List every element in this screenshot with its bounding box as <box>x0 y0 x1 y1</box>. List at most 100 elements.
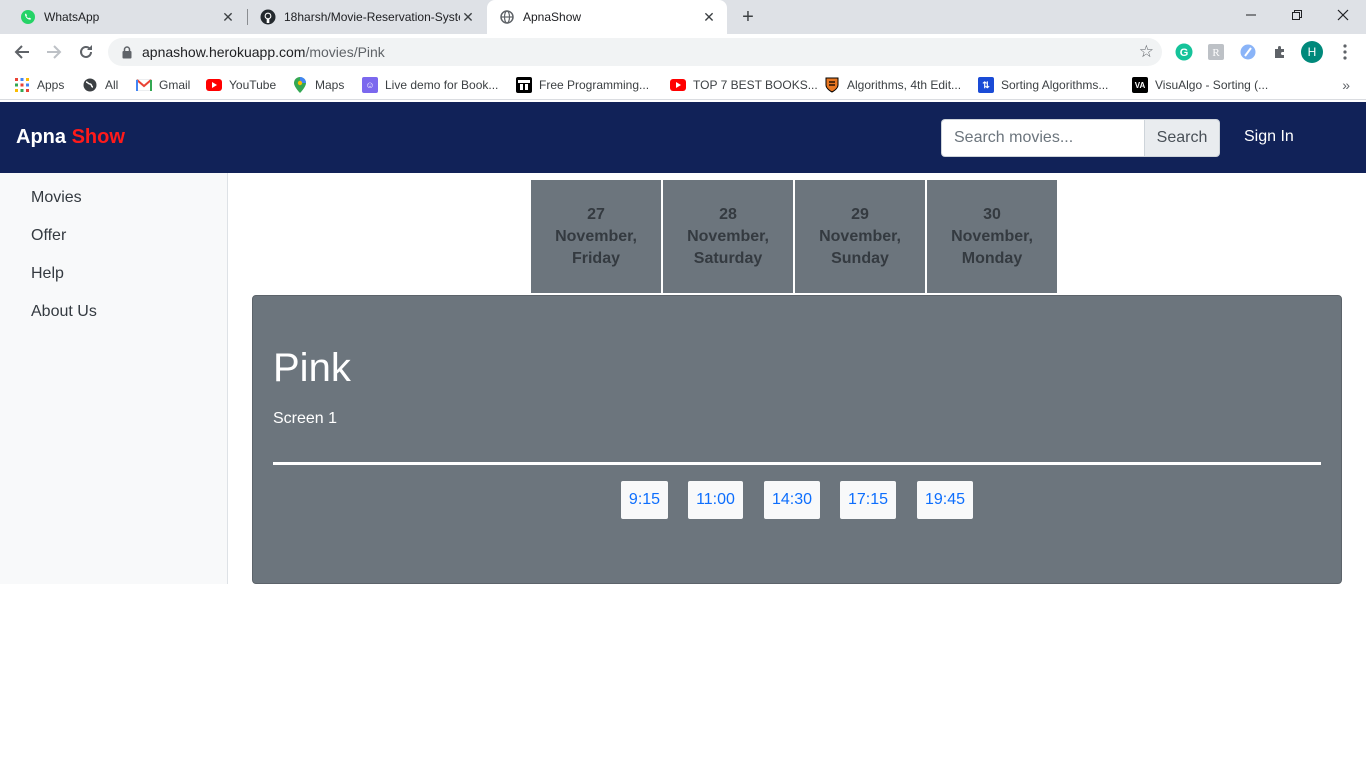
bookmark-algorithms[interactable]: Algorithms, 4th Edit... <box>824 76 961 94</box>
bookmark-top-books[interactable]: TOP 7 BEST BOOKS... <box>670 76 818 94</box>
sidebar-item-offer[interactable]: Offer <box>31 227 66 245</box>
date-day: 29 <box>851 205 869 223</box>
tab-title: WhatsApp <box>44 10 100 24</box>
bookmark-label: Apps <box>37 78 65 92</box>
bookmarks-overflow-icon[interactable]: » <box>1342 77 1350 93</box>
extension-r-icon[interactable]: R <box>1206 42 1226 62</box>
bookmark-live-demo[interactable]: ☺ Live demo for Book... <box>362 76 498 94</box>
youtube-icon <box>206 77 222 93</box>
showtime-button[interactable]: 9:15 <box>621 481 668 519</box>
extension-quill-icon[interactable] <box>1238 42 1258 62</box>
bookmark-free-programming[interactable]: Free Programming... <box>516 76 649 94</box>
brand-first: Apna <box>16 126 66 148</box>
bookmark-all[interactable]: All <box>82 76 118 94</box>
sidebar-item-movies[interactable]: Movies <box>31 189 82 207</box>
bookmark-gmail[interactable]: Gmail <box>136 76 190 94</box>
svg-text:G: G <box>1180 47 1189 59</box>
bookmark-label: Sorting Algorithms... <box>1001 78 1109 92</box>
url-host: apnashow.herokuapp.com <box>142 44 306 60</box>
tab-title: 18harsh/Movie-Reservation-Syste <box>284 10 460 24</box>
showtime-button[interactable]: 11:00 <box>688 481 743 519</box>
brand-second: Show <box>71 126 125 148</box>
bookmark-label: VisuAlgo - Sorting (... <box>1155 78 1269 92</box>
globe-icon <box>499 9 515 25</box>
date-day: 30 <box>983 205 1001 223</box>
minimize-icon[interactable] <box>1228 0 1274 30</box>
date-weekday: Monday <box>961 249 1023 267</box>
maps-pin-icon <box>292 77 308 93</box>
bookmark-label: Live demo for Book... <box>385 78 499 92</box>
close-tab-icon[interactable]: ✕ <box>220 9 236 25</box>
princeton-shield-icon <box>824 77 840 93</box>
date-weekday: Saturday <box>693 249 763 267</box>
restore-icon[interactable] <box>1274 0 1320 30</box>
bookmark-label: Maps <box>315 78 345 92</box>
screen-name: Screen 1 <box>273 410 338 427</box>
new-tab-button[interactable]: + <box>737 6 759 28</box>
tab-apnashow[interactable]: ApnaShow ✕ <box>487 0 727 34</box>
address-bar[interactable]: apnashow.herokuapp.com/movies/Pink ☆ <box>108 38 1162 66</box>
bookmark-visualgo[interactable]: VA VisuAlgo - Sorting (... <box>1132 76 1268 94</box>
extensions-puzzle-icon[interactable] <box>1270 42 1290 62</box>
bookmark-label: All <box>105 78 119 92</box>
browser-menu-icon[interactable] <box>1335 42 1355 62</box>
grammarly-icon[interactable]: G <box>1174 42 1194 62</box>
site-navbar: Apna Show Search Sign In <box>0 102 1366 173</box>
reload-icon[interactable] <box>73 39 99 65</box>
bookmark-star-icon[interactable]: ☆ <box>1139 43 1154 61</box>
search-form: Search <box>941 119 1220 157</box>
close-tab-icon[interactable]: ✕ <box>460 9 476 25</box>
bookmark-youtube[interactable]: YouTube <box>206 76 276 94</box>
tab-whatsapp[interactable]: WhatsApp ✕ <box>8 0 246 34</box>
date-card[interactable]: 28 November, Saturday <box>663 180 793 293</box>
globe-icon <box>82 77 98 93</box>
browser-toolbar: apnashow.herokuapp.com/movies/Pink ☆ G R… <box>0 34 1366 70</box>
bookmark-label: Gmail <box>159 78 191 92</box>
date-card[interactable]: 27 November, Friday <box>531 180 661 293</box>
showtime-button[interactable]: 19:45 <box>917 481 973 519</box>
brand-logo[interactable]: Apna Show <box>16 126 125 149</box>
sidebar-item-about-us[interactable]: About Us <box>31 303 97 321</box>
tab-github[interactable]: 18harsh/Movie-Reservation-Syste ✕ <box>248 0 486 34</box>
divider <box>273 462 1321 465</box>
github-icon <box>260 9 276 25</box>
bookmark-sorting-algorithms[interactable]: ⇅ Sorting Algorithms... <box>978 76 1108 94</box>
apps-grid-icon <box>14 77 30 93</box>
sidebar-item-help[interactable]: Help <box>31 265 64 283</box>
movie-title: Pink <box>273 346 351 390</box>
search-input[interactable] <box>941 119 1144 157</box>
date-day: 28 <box>719 205 737 223</box>
showtime-button[interactable]: 14:30 <box>764 481 820 519</box>
date-card[interactable]: 29 November, Sunday <box>795 180 925 293</box>
bookmark-label: Algorithms, 4th Edit... <box>847 78 962 92</box>
search-button[interactable]: Search <box>1144 119 1220 157</box>
sidebar: Movies Offer Help About Us <box>0 173 228 584</box>
visualgo-icon: VA <box>1132 77 1148 93</box>
browser-tab-strip: WhatsApp ✕ 18harsh/Movie-Reservation-Sys… <box>0 0 1366 34</box>
showtime-button[interactable]: 17:15 <box>840 481 896 519</box>
back-arrow-icon[interactable] <box>9 39 35 65</box>
gmail-icon <box>136 77 152 93</box>
bookmark-maps[interactable]: Maps <box>292 76 344 94</box>
bookmark-apps[interactable]: Apps <box>14 76 64 94</box>
date-weekday: Friday <box>571 249 620 267</box>
date-day: 27 <box>587 205 605 223</box>
close-tab-icon[interactable]: ✕ <box>701 9 717 25</box>
date-month: November, <box>819 227 901 245</box>
date-weekday: Sunday <box>831 249 889 267</box>
profile-avatar[interactable]: H <box>1301 41 1323 63</box>
url-path: /movies/Pink <box>305 44 385 60</box>
date-card[interactable]: 30 November, Monday <box>927 180 1057 293</box>
show-panel: Pink Screen 1 9:15 11:00 14:30 17:15 19:… <box>252 295 1342 584</box>
bookmark-label: YouTube <box>229 78 277 92</box>
date-month: November, <box>555 227 637 245</box>
tab-title: ApnaShow <box>523 10 582 24</box>
date-month: November, <box>951 227 1033 245</box>
bookmark-label: TOP 7 BEST BOOKS... <box>693 78 818 92</box>
programming-icon <box>516 77 532 93</box>
whatsapp-icon <box>20 9 36 25</box>
lock-icon <box>120 45 134 59</box>
close-window-icon[interactable] <box>1320 0 1366 30</box>
sign-in-link[interactable]: Sign In <box>1244 128 1294 146</box>
forward-arrow-icon[interactable] <box>41 39 67 65</box>
